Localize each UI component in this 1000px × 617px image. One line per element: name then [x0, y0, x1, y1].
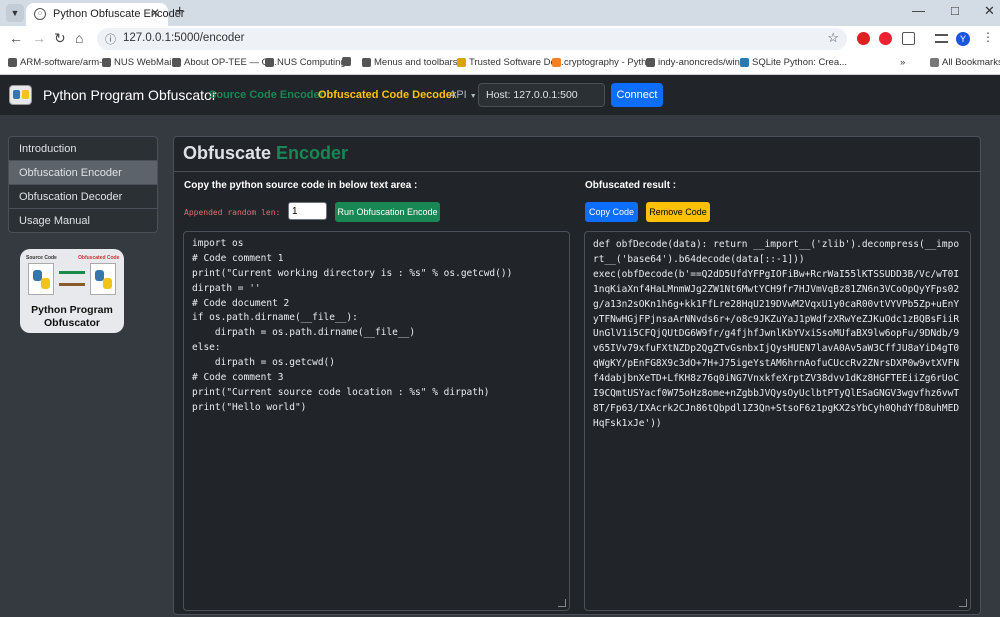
- browser-tab[interactable]: ○ Python Obfuscate Encoder ✕: [26, 3, 184, 26]
- home-icon[interactable]: ⌂: [75, 30, 83, 46]
- bookmark-item[interactable]: Menus and toolbars...: [362, 57, 465, 68]
- sidebar-item-introduction[interactable]: Introduction: [8, 136, 158, 161]
- code-line: # Code comment 3: [192, 372, 284, 384]
- bookmark-item[interactable]: NUS WebMail: [102, 57, 173, 68]
- document-icon: [172, 58, 181, 67]
- globe-icon: ○: [34, 8, 46, 20]
- close-tab-icon[interactable]: ✕: [150, 6, 160, 20]
- resize-handle[interactable]: [558, 599, 566, 607]
- sidebar-item-obfuscation-encoder[interactable]: Obfuscation Encoder: [8, 160, 158, 185]
- github-icon: [8, 58, 17, 67]
- tab-strip: ▼ ○ Python Obfuscate Encoder ✕ + — □ ✕: [0, 0, 1000, 26]
- copy-code-button[interactable]: Copy Code: [585, 202, 638, 222]
- caret-down-icon: ▼: [469, 93, 477, 100]
- navbar-brand[interactable]: Python Program Obfuscator: [43, 87, 217, 103]
- square-icon: [362, 58, 371, 67]
- python-logo-icon: [103, 278, 112, 289]
- page-title: Obfuscate Encoder: [183, 143, 349, 163]
- nav-obfuscated-code-decoder[interactable]: Obfuscated Code Decoder: [318, 89, 456, 101]
- site-info-icon[interactable]: ⓘ: [105, 31, 116, 47]
- stackoverflow-icon: [552, 58, 561, 67]
- connect-button[interactable]: Connect: [611, 83, 663, 107]
- code-line: import os: [192, 238, 244, 249]
- code-line: print("Current source code location : %s…: [192, 386, 490, 398]
- code-line: if os.path.dirname(__file__):: [192, 312, 358, 324]
- code-line: else:: [192, 342, 221, 354]
- random-len-label: Appended random len:: [184, 208, 281, 217]
- bookmarks-bar: ARM-software/arm-... NUS WebMail About O…: [0, 52, 1000, 75]
- sidebar: Introduction Obfuscation Encoder Obfusca…: [8, 136, 158, 233]
- remove-code-button[interactable]: Remove Code: [646, 202, 710, 222]
- url-text[interactable]: 127.0.0.1:5000/encoder: [123, 32, 245, 44]
- back-icon[interactable]: ←: [9, 30, 23, 46]
- extension-icon[interactable]: [879, 32, 892, 45]
- bookmark-item[interactable]: About OP-TEE — O...: [172, 57, 277, 68]
- result-heading: Obfuscated result :: [585, 180, 677, 191]
- code-line: print("Hello world"): [192, 401, 307, 413]
- bookmark-item[interactable]: Trusted Software De...: [457, 57, 564, 68]
- tutorial-icon: [740, 58, 749, 67]
- bookmark-item[interactable]: cryptography - Pyth...: [552, 57, 654, 68]
- bookmark-item[interactable]: SQLite Python: Crea...: [740, 57, 847, 68]
- address-bar[interactable]: ⓘ 127.0.0.1:5000/encoder ☆: [97, 28, 847, 50]
- arrow-right-icon: [59, 271, 85, 274]
- maximize-icon[interactable]: □: [951, 3, 959, 18]
- bookmark-item[interactable]: NUS Computing: [265, 57, 346, 68]
- nav-source-code-encoder[interactable]: Source Code Encoder: [209, 89, 324, 101]
- source-heading: Copy the python source code in below tex…: [184, 180, 418, 191]
- code-line: # Code comment 1: [192, 252, 284, 264]
- browser-toolbar: ← → ↻ ⌂ ⓘ 127.0.0.1:5000/encoder ☆ ⋮: [0, 26, 1000, 52]
- minimize-icon[interactable]: —: [912, 3, 925, 18]
- more-bookmarks-icon[interactable]: »: [900, 57, 905, 68]
- code-line: dirpath = os.getcwd(): [192, 357, 335, 369]
- code-line: print("Current working directory is : %s…: [192, 267, 513, 279]
- new-tab-button[interactable]: +: [175, 3, 184, 21]
- card-divider: [173, 171, 981, 172]
- python-logo-icon: [41, 278, 50, 289]
- source-code-textarea[interactable]: import os # Code comment 1 print("Curren…: [183, 231, 570, 611]
- arrow-left-icon: [59, 283, 85, 286]
- obfuscator-illustration: Source Code Obfuscated Code Python Progr…: [20, 249, 124, 333]
- globe-icon: [102, 58, 111, 67]
- globe-icon: [342, 57, 351, 66]
- obfuscated-result-textarea[interactable]: def obfDecode(data): return __import__('…: [584, 231, 971, 611]
- menu-icon[interactable]: ⋮: [982, 30, 995, 44]
- extensions-puzzle-icon[interactable]: [902, 32, 915, 45]
- code-line: dirpath = '': [192, 282, 261, 294]
- host-input[interactable]: [478, 83, 605, 107]
- nav-api-dropdown[interactable]: API ▼: [449, 89, 477, 101]
- window-close-icon[interactable]: ✕: [984, 3, 995, 19]
- code-line: # Code document 2: [192, 297, 290, 309]
- bookmark-item[interactable]: [342, 57, 351, 66]
- obfuscated-code-text: def obfDecode(data): return __import__('…: [593, 239, 960, 429]
- forward-icon[interactable]: →: [32, 30, 46, 46]
- bookmark-item[interactable]: ARM-software/arm-...: [8, 57, 110, 68]
- media-control-icon[interactable]: [935, 34, 948, 43]
- resize-handle[interactable]: [959, 599, 967, 607]
- illustration-title: Python Program Obfuscator: [31, 304, 113, 329]
- app-logo: [9, 85, 32, 105]
- sidebar-item-usage-manual[interactable]: Usage Manual: [8, 208, 158, 233]
- code-line: dirpath = os.path.dirname(__file__): [192, 327, 416, 339]
- nus-icon: [265, 58, 274, 67]
- run-obfuscation-button[interactable]: Run Obfuscation Encode: [335, 202, 440, 222]
- reload-icon[interactable]: ↻: [54, 30, 66, 47]
- folder-icon: [930, 58, 939, 67]
- random-len-input[interactable]: [288, 202, 327, 220]
- folder-icon: [457, 58, 466, 67]
- bookmark-item[interactable]: indy-anoncreds/win...: [646, 57, 748, 68]
- extension-icon[interactable]: [857, 32, 870, 45]
- all-bookmarks[interactable]: All Bookmarks: [930, 57, 1000, 68]
- tab-title: Python Obfuscate Encoder: [53, 8, 185, 20]
- source-code-label: Source Code: [26, 255, 57, 261]
- github-icon: [646, 58, 655, 67]
- sidebar-item-obfuscation-decoder[interactable]: Obfuscation Decoder: [8, 184, 158, 209]
- obfuscated-code-label: Obfuscated Code: [78, 255, 120, 261]
- profile-avatar[interactable]: Y: [956, 32, 970, 46]
- bookmark-star-icon[interactable]: ☆: [827, 30, 839, 46]
- tab-search-button[interactable]: ▼: [6, 4, 24, 22]
